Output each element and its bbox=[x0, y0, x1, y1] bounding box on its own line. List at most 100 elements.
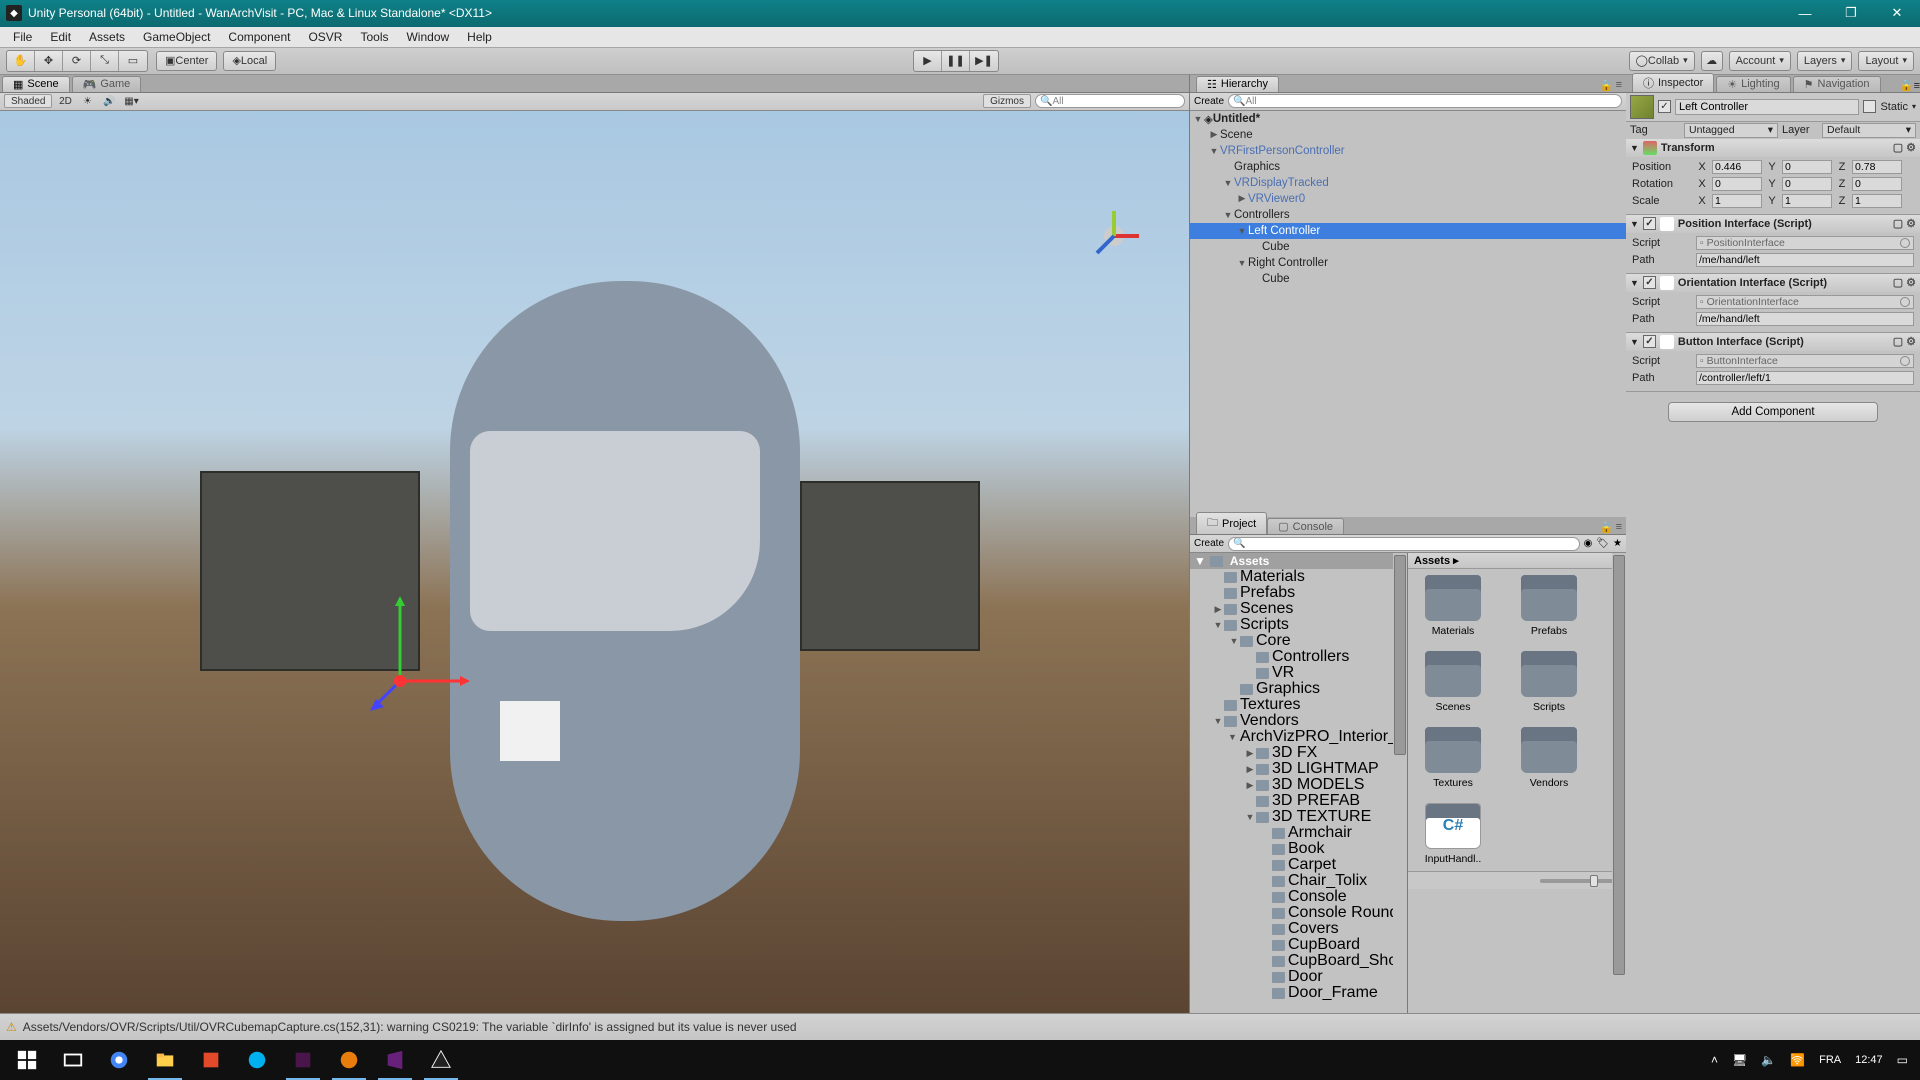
unity-app[interactable] bbox=[418, 1040, 464, 1080]
hierarchy-item[interactable]: ▼Left Controller bbox=[1190, 223, 1626, 239]
menu-edit[interactable]: Edit bbox=[41, 28, 80, 46]
hierarchy-item[interactable]: Graphics bbox=[1190, 159, 1626, 175]
project-tree-item[interactable]: Console Round bbox=[1190, 905, 1407, 921]
hierarchy-item[interactable]: ▼Controllers bbox=[1190, 207, 1626, 223]
project-tree-item[interactable]: Door bbox=[1190, 969, 1407, 985]
object-active-checkbox[interactable]: ✓ bbox=[1658, 100, 1671, 113]
panel-menu-icon[interactable]: ≡ bbox=[1914, 80, 1920, 92]
project-tree-item[interactable]: ▼Scripts bbox=[1190, 617, 1407, 633]
hierarchy-search[interactable]: 🔍 All bbox=[1228, 94, 1622, 108]
project-tree-item[interactable]: Armchair bbox=[1190, 825, 1407, 841]
scene-search[interactable]: 🔍 All bbox=[1035, 94, 1185, 108]
script-field[interactable]: ▫ OrientationInterface bbox=[1696, 295, 1914, 309]
project-tree-scrollbar[interactable] bbox=[1393, 553, 1407, 1013]
tab-lighting[interactable]: ☀Lighting bbox=[1716, 76, 1790, 92]
scl-z-field[interactable] bbox=[1852, 194, 1902, 208]
menu-tools[interactable]: Tools bbox=[351, 28, 397, 46]
project-tree-item[interactable]: Chair_Tolix bbox=[1190, 873, 1407, 889]
gizmos-dropdown[interactable]: Gizmos bbox=[983, 94, 1031, 108]
panel-lock-icon[interactable]: 🔒 bbox=[1600, 521, 1614, 534]
rect-tool[interactable]: ▭ bbox=[119, 51, 147, 71]
static-checkbox[interactable] bbox=[1863, 100, 1876, 113]
menu-assets[interactable]: Assets bbox=[80, 28, 134, 46]
project-tree-item[interactable]: ▼ArchVizPRO_Interior_Vol.1 bbox=[1190, 729, 1407, 745]
taskview-button[interactable] bbox=[50, 1040, 96, 1080]
hierarchy-tree[interactable]: ▼◈ Untitled* ▶Scene▼VRFirstPersonControl… bbox=[1190, 111, 1626, 287]
filter-button-1[interactable]: ◉ bbox=[1584, 538, 1593, 549]
rot-x-field[interactable] bbox=[1712, 177, 1762, 191]
tray-clock[interactable]: 12:47 bbox=[1855, 1054, 1883, 1066]
hierarchy-create-dropdown[interactable]: Create bbox=[1194, 96, 1224, 107]
panel-menu-icon[interactable]: ≡ bbox=[1616, 521, 1622, 534]
project-tree-item[interactable]: VR bbox=[1190, 665, 1407, 681]
audio-toggle[interactable]: 🔊 bbox=[100, 94, 118, 108]
tray-chevron-icon[interactable]: ˄ bbox=[1711, 1053, 1718, 1067]
layout-dropdown[interactable]: Layout bbox=[1858, 51, 1914, 71]
pause-button[interactable]: ❚❚ bbox=[942, 51, 970, 71]
move-gizmo[interactable] bbox=[370, 591, 470, 716]
close-button[interactable]: ✕ bbox=[1874, 0, 1920, 27]
menu-component[interactable]: Component bbox=[219, 28, 299, 46]
status-warning-text[interactable]: Assets/Vendors/OVR/Scripts/Util/OVRCubem… bbox=[23, 1020, 797, 1034]
scl-x-field[interactable] bbox=[1712, 194, 1762, 208]
play-button[interactable]: ▶ bbox=[914, 51, 942, 71]
minimize-button[interactable]: — bbox=[1782, 0, 1828, 27]
asset-item[interactable]: Scenes bbox=[1414, 651, 1492, 713]
layers-dropdown[interactable]: Layers bbox=[1797, 51, 1853, 71]
tray-language[interactable]: FRA bbox=[1819, 1054, 1841, 1066]
asset-item[interactable]: Vendors bbox=[1510, 727, 1588, 789]
project-tree-item[interactable]: Door_Frame bbox=[1190, 985, 1407, 1001]
project-tree-item[interactable]: CupBoard_Short bbox=[1190, 953, 1407, 969]
tab-console[interactable]: ▢Console bbox=[1267, 518, 1344, 534]
tab-hierarchy[interactable]: ☷Hierarchy bbox=[1196, 76, 1279, 92]
pos-x-field[interactable] bbox=[1712, 160, 1762, 174]
draw-mode-dropdown[interactable]: Shaded bbox=[4, 94, 52, 108]
component-enabled-checkbox[interactable]: ✓ bbox=[1643, 276, 1656, 289]
chrome-app[interactable] bbox=[96, 1040, 142, 1080]
hierarchy-item[interactable]: ▼Right Controller bbox=[1190, 255, 1626, 271]
asset-item[interactable]: Materials bbox=[1414, 575, 1492, 637]
hand-tool[interactable]: ✋ bbox=[7, 51, 35, 71]
layer-dropdown[interactable]: Default▾ bbox=[1822, 123, 1916, 138]
app-5[interactable] bbox=[188, 1040, 234, 1080]
pos-z-field[interactable] bbox=[1852, 160, 1902, 174]
collab-dropdown[interactable]: ◯ Collab bbox=[1629, 51, 1695, 71]
assets-scrollbar[interactable] bbox=[1612, 553, 1626, 1013]
maximize-button[interactable]: ❐ bbox=[1828, 0, 1874, 27]
rot-z-field[interactable] bbox=[1852, 177, 1902, 191]
project-tree-item[interactable]: CupBoard bbox=[1190, 937, 1407, 953]
project-tree-item[interactable]: ▶3D FX bbox=[1190, 745, 1407, 761]
tray-volume-icon[interactable]: 🔈 bbox=[1761, 1053, 1776, 1067]
project-create-dropdown[interactable]: Create bbox=[1194, 538, 1224, 549]
scl-y-field[interactable] bbox=[1782, 194, 1832, 208]
project-tree-item[interactable]: Book bbox=[1190, 841, 1407, 857]
hierarchy-item[interactable]: Cube bbox=[1190, 239, 1626, 255]
asset-item[interactable]: Scripts bbox=[1510, 651, 1588, 713]
hierarchy-item[interactable]: ▼VRDisplayTracked bbox=[1190, 175, 1626, 191]
hierarchy-item[interactable]: Cube bbox=[1190, 271, 1626, 287]
hierarchy-item[interactable]: ▼VRFirstPersonController bbox=[1190, 143, 1626, 159]
assets-root[interactable]: ▼Assets bbox=[1190, 553, 1407, 569]
tray-notifications-icon[interactable]: ▭ bbox=[1897, 1053, 1908, 1067]
step-button[interactable]: ▶❚ bbox=[970, 51, 998, 71]
tab-inspector[interactable]: ⓘInspector bbox=[1632, 73, 1714, 92]
project-tree-item[interactable]: Covers bbox=[1190, 921, 1407, 937]
path-field[interactable] bbox=[1696, 253, 1914, 267]
path-field[interactable] bbox=[1696, 312, 1914, 326]
component-enabled-checkbox[interactable]: ✓ bbox=[1643, 335, 1656, 348]
start-button[interactable] bbox=[4, 1040, 50, 1080]
project-tree-item[interactable]: ▶3D MODELS bbox=[1190, 777, 1407, 793]
asset-item[interactable]: Prefabs bbox=[1510, 575, 1588, 637]
tag-dropdown[interactable]: Untagged▾ bbox=[1684, 123, 1778, 138]
component-enabled-checkbox[interactable]: ✓ bbox=[1643, 217, 1656, 230]
project-tree-item[interactable]: ▼Core bbox=[1190, 633, 1407, 649]
menu-help[interactable]: Help bbox=[458, 28, 501, 46]
rotate-tool[interactable]: ⟳ bbox=[63, 51, 91, 71]
orientation-gizmo[interactable] bbox=[1079, 201, 1149, 271]
thumbnail-size-slider[interactable] bbox=[1540, 879, 1620, 883]
asset-item[interactable]: C#InputHandl.. bbox=[1414, 803, 1492, 865]
tab-scene[interactable]: ▦Scene bbox=[2, 76, 70, 92]
lighting-toggle[interactable]: ☀ bbox=[78, 94, 96, 108]
scene-viewport[interactable] bbox=[0, 111, 1189, 1014]
project-tree-item[interactable]: ▶3D LIGHTMAP bbox=[1190, 761, 1407, 777]
